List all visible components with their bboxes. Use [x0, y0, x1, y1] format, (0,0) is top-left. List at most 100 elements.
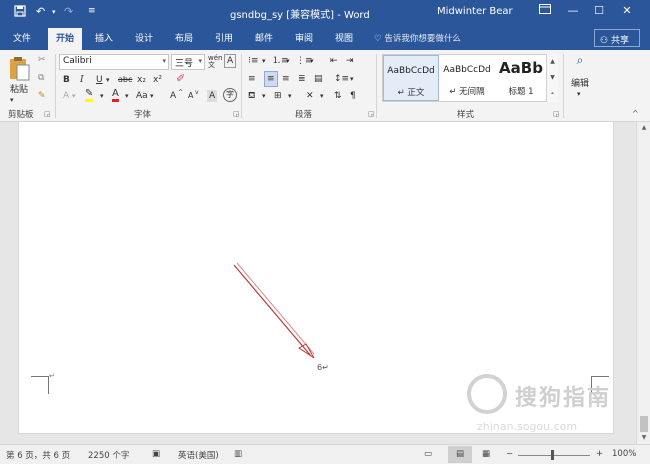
- tell-me-box[interactable]: ♡ 告诉我你想要做什么: [374, 32, 461, 44]
- format-painter-icon[interactable]: ✎: [38, 90, 46, 102]
- tab-review[interactable]: 审阅: [295, 31, 313, 44]
- zoom-level[interactable]: 100%: [612, 449, 636, 459]
- scroll-down-icon[interactable]: ▼: [637, 434, 650, 441]
- align-left-icon[interactable]: ≡: [248, 73, 256, 85]
- tab-design[interactable]: 设计: [135, 31, 153, 44]
- increase-indent-icon[interactable]: ⇥: [346, 55, 354, 67]
- phonetic-guide-icon[interactable]: wén 文: [208, 55, 222, 69]
- language[interactable]: 英语(美国): [178, 449, 219, 461]
- multilevel-dropdown-icon[interactable]: ▾: [310, 55, 314, 67]
- style-normal[interactable]: AaBbCcDd ↵ 正文: [383, 55, 439, 101]
- highlight-icon[interactable]: ✎: [85, 88, 94, 102]
- borders-icon[interactable]: ⊞: [274, 90, 282, 102]
- font-name-select[interactable]: Calibri ▾: [59, 54, 169, 70]
- tab-insert[interactable]: 插入: [95, 31, 113, 44]
- shrink-font-button[interactable]: A: [188, 90, 193, 102]
- tab-layout[interactable]: 布局: [175, 31, 193, 44]
- strikethrough-button[interactable]: abc: [118, 74, 132, 86]
- text-effects-dropdown-icon[interactable]: ▾: [72, 90, 76, 102]
- word-count[interactable]: 2250 个字: [88, 449, 129, 461]
- redo-icon[interactable]: ↷: [64, 5, 73, 18]
- style-heading-1[interactable]: AaBb 标题 1: [495, 55, 547, 101]
- change-case-button[interactable]: Aa: [136, 90, 148, 102]
- text-effects-button[interactable]: A: [63, 90, 69, 102]
- align-center-icon[interactable]: ≡: [264, 71, 278, 87]
- macro-recording-icon[interactable]: ▥: [234, 449, 242, 459]
- align-right-icon[interactable]: ≡: [282, 73, 290, 85]
- chinese-layout-icon[interactable]: ✕: [306, 90, 314, 102]
- line-spacing-dropdown-icon[interactable]: ▾: [350, 73, 354, 85]
- paste-icon[interactable]: [8, 56, 32, 84]
- search-icon[interactable]: ⌕: [570, 54, 590, 74]
- italic-button[interactable]: I: [80, 74, 84, 86]
- styles-launcher-icon[interactable]: ◲: [553, 110, 560, 118]
- paste-dropdown-icon[interactable]: ▾: [10, 94, 14, 106]
- font-color-dropdown-icon[interactable]: ▾: [125, 90, 129, 102]
- shading-dropdown-icon[interactable]: ▾: [262, 90, 266, 102]
- vertical-scrollbar[interactable]: ▲ ▼: [636, 122, 650, 444]
- clipboard-launcher-icon[interactable]: ◲: [44, 110, 51, 118]
- save-icon[interactable]: [14, 5, 26, 20]
- borders-dropdown-icon[interactable]: ▾: [288, 90, 292, 102]
- user-name[interactable]: Midwinter Bear: [437, 6, 513, 17]
- superscript-button[interactable]: x²: [153, 74, 162, 86]
- decrease-indent-icon[interactable]: ⇤: [330, 55, 338, 67]
- clear-formatting-icon[interactable]: ✐: [176, 73, 185, 85]
- tab-references[interactable]: 引用: [215, 31, 233, 44]
- style-no-spacing[interactable]: AaBbCcDd ↵ 无间隔: [439, 55, 495, 101]
- grow-font-button[interactable]: A: [170, 90, 176, 102]
- bullets-icon[interactable]: ⁝≡: [248, 55, 258, 67]
- show-marks-icon[interactable]: ¶: [350, 90, 356, 102]
- styles-scrollbar[interactable]: ▲ ▼ ⩡: [546, 54, 558, 102]
- tab-file[interactable]: 文件: [13, 31, 31, 44]
- distributed-icon[interactable]: ▤: [314, 73, 323, 85]
- ribbon-display-options-icon[interactable]: [534, 4, 556, 17]
- character-shading-button[interactable]: A: [207, 90, 218, 102]
- read-mode-icon[interactable]: ▭: [424, 449, 432, 459]
- line-spacing-icon[interactable]: ↕≡: [334, 73, 349, 85]
- zoom-out-icon[interactable]: −: [506, 449, 513, 459]
- cut-icon[interactable]: ✂: [38, 54, 46, 66]
- close-icon[interactable]: ✕: [616, 4, 638, 17]
- more-styles-icon[interactable]: ⩡: [547, 86, 558, 102]
- subscript-button[interactable]: x₂: [137, 74, 146, 86]
- scroll-up-icon[interactable]: ▲: [547, 54, 558, 70]
- zoom-slider[interactable]: [518, 455, 590, 456]
- tab-view[interactable]: 视图: [335, 31, 353, 44]
- tab-home[interactable]: 开始: [48, 28, 83, 50]
- customize-quick-access-icon[interactable]: ≡: [88, 6, 96, 16]
- scroll-thumb[interactable]: [640, 416, 648, 432]
- underline-dropdown-icon[interactable]: ▾: [106, 74, 110, 86]
- chinese-layout-dropdown-icon[interactable]: ▾: [320, 90, 324, 102]
- page-count[interactable]: 第 6 页，共 6 页: [6, 449, 70, 461]
- print-layout-icon[interactable]: ▤: [448, 446, 472, 463]
- proofing-icon[interactable]: ▣: [152, 449, 160, 459]
- change-case-dropdown-icon[interactable]: ▾: [150, 90, 154, 102]
- justify-icon[interactable]: ≣: [298, 73, 306, 85]
- scroll-down-icon[interactable]: ▼: [547, 70, 558, 86]
- collapse-ribbon-icon[interactable]: ^: [632, 108, 639, 120]
- copy-icon[interactable]: ⧉: [38, 72, 44, 84]
- sort-icon[interactable]: ⇅: [334, 90, 342, 102]
- bullets-dropdown-icon[interactable]: ▾: [262, 55, 266, 67]
- font-size-select[interactable]: 三号 ▾: [171, 54, 205, 70]
- web-layout-icon[interactable]: ▦: [482, 449, 490, 459]
- paragraph-launcher-icon[interactable]: ◲: [368, 110, 375, 118]
- enclose-characters-button[interactable]: 字: [223, 88, 237, 102]
- highlight-dropdown-icon[interactable]: ▾: [100, 90, 104, 102]
- font-launcher-icon[interactable]: ◲: [233, 110, 240, 118]
- zoom-slider-thumb[interactable]: [551, 450, 554, 460]
- font-color-button[interactable]: A: [112, 88, 119, 102]
- maximize-icon[interactable]: ☐: [588, 4, 610, 17]
- underline-button[interactable]: U: [96, 74, 103, 86]
- numbering-dropdown-icon[interactable]: ▾: [286, 55, 290, 67]
- character-border-icon[interactable]: A: [224, 54, 237, 68]
- undo-icon[interactable]: ↶: [36, 5, 45, 18]
- page-number[interactable]: 6↵: [317, 363, 329, 372]
- share-button[interactable]: ⚇ 共享: [594, 29, 640, 47]
- bold-button[interactable]: B: [63, 74, 70, 86]
- scroll-up-icon[interactable]: ▲: [637, 124, 650, 131]
- minimize-icon[interactable]: —: [562, 4, 584, 17]
- shading-icon[interactable]: ⛾: [248, 90, 255, 102]
- undo-dropdown-icon[interactable]: ▾: [52, 8, 56, 16]
